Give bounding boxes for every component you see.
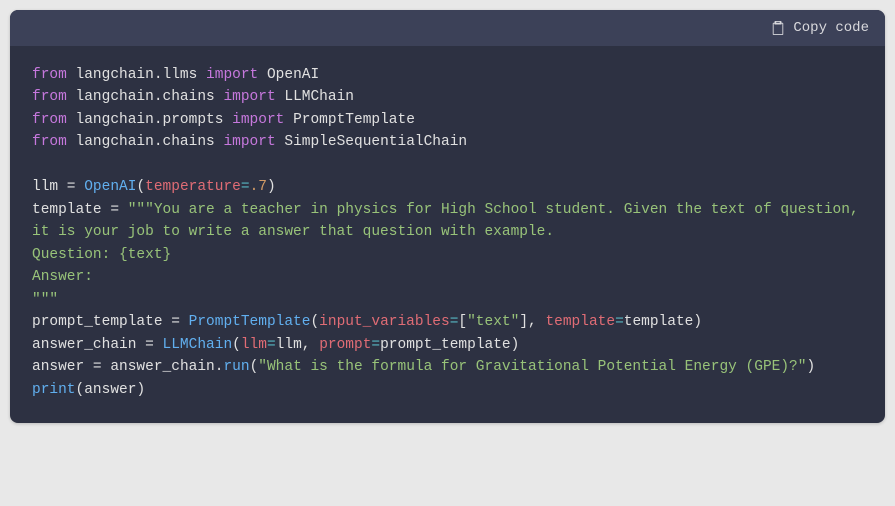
- var: template: [32, 202, 102, 218]
- fn-call: LLMChain: [163, 337, 233, 353]
- kw-from: from: [32, 112, 67, 128]
- assign: =: [615, 314, 624, 330]
- var-ref: llm: [276, 337, 302, 353]
- module-path: langchain.llms: [76, 67, 198, 83]
- kw-import: import: [223, 134, 275, 150]
- module-path: langchain.chains: [76, 134, 215, 150]
- code-header: Copy code: [10, 10, 885, 46]
- code-content: from langchain.llms import OpenAI from l…: [10, 46, 885, 423]
- var: answer_chain: [32, 337, 136, 353]
- fn-call: print: [32, 382, 76, 398]
- kw-from: from: [32, 89, 67, 105]
- lparen: (: [250, 359, 259, 375]
- copy-code-label: Copy code: [793, 20, 869, 36]
- class-name: LLMChain: [284, 89, 354, 105]
- class-name: PromptTemplate: [293, 112, 415, 128]
- param: template: [545, 314, 615, 330]
- eq: =: [163, 314, 189, 330]
- lparen: (: [310, 314, 319, 330]
- comma: ,: [302, 337, 319, 353]
- module-path: langchain.chains: [76, 89, 215, 105]
- eq: =: [102, 202, 128, 218]
- var-ref: template: [624, 314, 694, 330]
- lparen: (: [76, 382, 85, 398]
- code-block: Copy code from langchain.llms import Ope…: [10, 10, 885, 423]
- eq: =: [84, 359, 110, 375]
- class-name: OpenAI: [267, 67, 319, 83]
- class-name: SimpleSequentialChain: [284, 134, 467, 150]
- assign: =: [371, 337, 380, 353]
- eq: =: [58, 179, 84, 195]
- rparen: ): [511, 337, 520, 353]
- kw-import: import: [232, 112, 284, 128]
- lparen: (: [232, 337, 241, 353]
- number: .7: [250, 179, 267, 195]
- clipboard-icon: [771, 20, 785, 36]
- rbracket: ]: [519, 314, 528, 330]
- var-ref: answer: [84, 382, 136, 398]
- comma: ,: [528, 314, 545, 330]
- rparen: ): [267, 179, 276, 195]
- rparen: ): [136, 382, 145, 398]
- module-path: langchain.prompts: [76, 112, 224, 128]
- rparen: ): [806, 359, 815, 375]
- lparen: (: [136, 179, 145, 195]
- param: temperature: [145, 179, 241, 195]
- method: run: [223, 359, 249, 375]
- eq: =: [136, 337, 162, 353]
- copy-code-button[interactable]: Copy code: [771, 20, 869, 36]
- kw-import: import: [206, 67, 258, 83]
- assign: =: [267, 337, 276, 353]
- var-ref: prompt_template: [380, 337, 511, 353]
- fn-call: PromptTemplate: [189, 314, 311, 330]
- string-literal: "text": [467, 314, 519, 330]
- var: prompt_template: [32, 314, 163, 330]
- param: input_variables: [319, 314, 450, 330]
- var: llm: [32, 179, 58, 195]
- rparen: ): [693, 314, 702, 330]
- kw-import: import: [223, 89, 275, 105]
- fn-call: OpenAI: [84, 179, 136, 195]
- obj: answer_chain: [110, 359, 214, 375]
- assign: =: [241, 179, 250, 195]
- param: llm: [241, 337, 267, 353]
- param: prompt: [319, 337, 371, 353]
- lbracket: [: [458, 314, 467, 330]
- string-literal: "What is the formula for Gravitational P…: [258, 359, 806, 375]
- var: answer: [32, 359, 84, 375]
- kw-from: from: [32, 134, 67, 150]
- string-literal: """You are a teacher in physics for High…: [32, 202, 867, 308]
- kw-from: from: [32, 67, 67, 83]
